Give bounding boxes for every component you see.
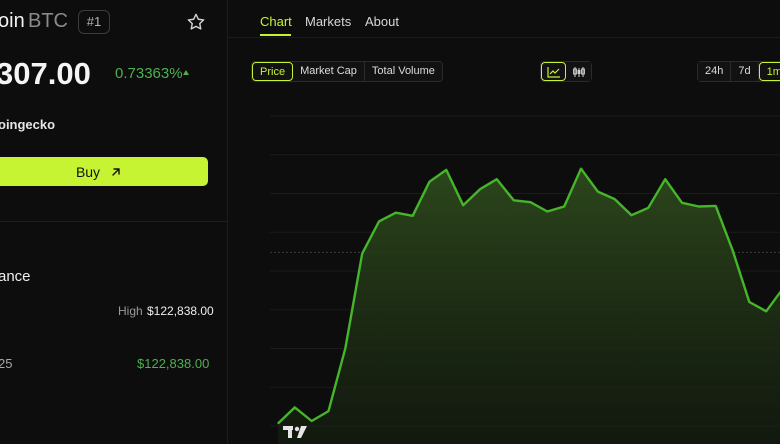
price-point (412, 215, 414, 217)
price-point (294, 406, 296, 408)
active-tab-indicator (260, 34, 291, 36)
price-point (698, 205, 700, 208)
performance-heading: ance (0, 268, 31, 285)
price-point (630, 214, 633, 216)
price-point (529, 201, 532, 203)
star-icon[interactable] (186, 12, 206, 32)
price-point (479, 188, 481, 190)
coin-name: oin (0, 10, 25, 32)
all-time-high-date: 25 (0, 356, 13, 371)
price-point (395, 212, 397, 214)
price-point (715, 205, 717, 207)
all-time-high-value: $122,838.00 (137, 356, 210, 371)
rank-badge: #1 (78, 10, 110, 34)
price-chart[interactable] (228, 96, 780, 444)
price-change-percent: 0.73363% (115, 65, 183, 82)
range-1m-button[interactable]: 1m (758, 62, 780, 81)
range-24h-button[interactable]: 24h (698, 62, 732, 81)
total-volume-toggle-button[interactable]: Total Volume (364, 62, 442, 81)
chart-type-toggle (540, 61, 592, 82)
price-point (344, 347, 346, 350)
buy-button-label: Buy (75, 163, 101, 180)
price-point (445, 169, 447, 171)
price-toggle-button[interactable]: Price (252, 62, 294, 81)
price-point (513, 199, 515, 201)
line-chart-icon (546, 66, 560, 78)
line-chart-button[interactable] (541, 62, 566, 81)
price-point (546, 210, 548, 213)
price-point (580, 168, 582, 170)
time-range-toggle: 24h 7d 1m (697, 61, 780, 82)
candlestick-icon (572, 66, 585, 77)
price-point (731, 249, 734, 251)
tradingview-logo (283, 426, 307, 438)
price-point (428, 181, 431, 183)
tab-chart[interactable]: Chart (260, 14, 292, 29)
data-source-link[interactable]: oingecko (0, 117, 55, 132)
high-label: High (118, 304, 143, 318)
tab-about[interactable]: About (365, 14, 399, 29)
price-point (664, 178, 666, 180)
current-price: 307.00 (0, 56, 91, 91)
price-point (681, 202, 683, 204)
buy-button[interactable]: Buy (0, 157, 208, 186)
price-point (765, 310, 767, 312)
candlestick-chart-button[interactable] (566, 62, 591, 81)
price-point (462, 204, 464, 206)
section-divider (0, 221, 228, 222)
price-point (378, 220, 380, 222)
price-point (647, 207, 649, 209)
price-point (311, 420, 313, 422)
tabs-divider (228, 37, 780, 38)
up-caret-icon (183, 70, 189, 75)
price-point (361, 253, 363, 255)
high-value: $122,838.00 (147, 304, 214, 318)
range-7d-button[interactable]: 7d (731, 62, 759, 81)
price-point (597, 191, 599, 193)
metric-toggle: Price Market Cap Total Volume (251, 61, 443, 82)
price-point (327, 410, 330, 412)
price-point (614, 198, 616, 200)
coin-summary-panel: oin BTC #1 307.00 0.73363% oingecko Buy … (0, 0, 228, 444)
arrow-up-right-icon (112, 167, 120, 176)
market-cap-toggle-button[interactable]: Market Cap (293, 62, 365, 81)
price-point (496, 178, 498, 180)
tab-markets[interactable]: Markets (305, 14, 351, 29)
coin-symbol: BTC (28, 10, 68, 32)
price-point (277, 422, 279, 425)
price-point (563, 205, 565, 208)
price-point (748, 301, 750, 303)
